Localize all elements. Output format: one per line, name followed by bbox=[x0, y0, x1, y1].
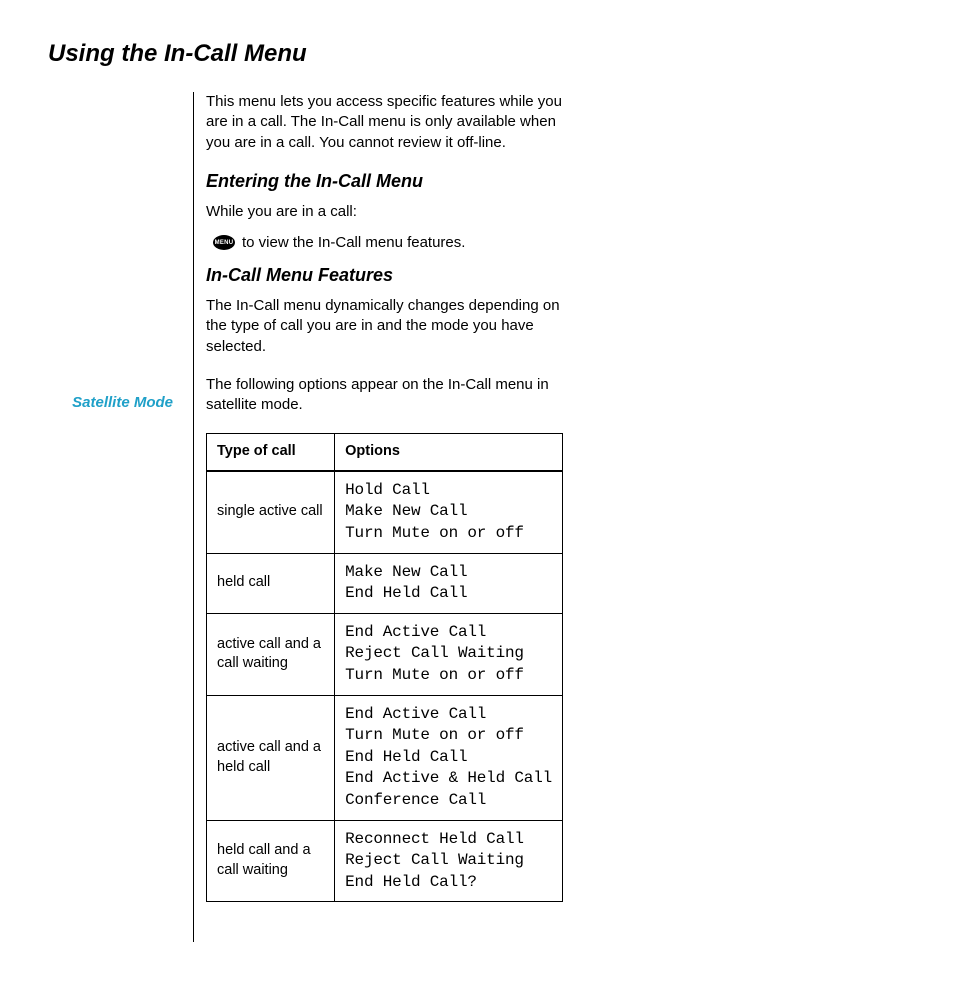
table-row: active call and a call waitingEnd Active… bbox=[207, 613, 563, 695]
menu-button-row: MENU to view the In-Call menu features. bbox=[206, 234, 563, 251]
margin-column: Satellite Mode bbox=[48, 92, 193, 942]
option-line: End Held Call bbox=[345, 747, 552, 769]
option-line: Make New Call bbox=[345, 501, 552, 523]
option-line: End Held Call? bbox=[345, 872, 552, 894]
cell-options: End Active CallTurn Mute on or offEnd He… bbox=[335, 695, 563, 820]
cell-call-type: held call and a call waiting bbox=[207, 820, 335, 902]
option-line: Reconnect Held Call bbox=[345, 829, 552, 851]
cell-call-type: held call bbox=[207, 553, 335, 613]
entering-lead: While you are in a call: bbox=[206, 202, 563, 222]
cell-options: End Active CallReject Call WaitingTurn M… bbox=[335, 613, 563, 695]
option-line: Make New Call bbox=[345, 562, 552, 584]
margin-label-satellite-mode: Satellite Mode bbox=[48, 394, 183, 411]
satellite-mode-intro: The following options appear on the In-C… bbox=[206, 375, 563, 416]
cell-call-type: active call and a call waiting bbox=[207, 613, 335, 695]
body-column: This menu lets you access specific featu… bbox=[193, 92, 563, 942]
option-line: End Active Call bbox=[345, 704, 552, 726]
menu-icon: MENU bbox=[213, 235, 235, 250]
cell-options: Reconnect Held CallReject Call WaitingEn… bbox=[335, 820, 563, 902]
option-line: End Held Call bbox=[345, 583, 552, 605]
option-line: End Active & Held Call bbox=[345, 768, 552, 790]
table-row: held callMake New CallEnd Held Call bbox=[207, 553, 563, 613]
menu-icon-text: to view the In-Call menu features. bbox=[242, 234, 563, 251]
cell-call-type: active call and a held call bbox=[207, 695, 335, 820]
option-line: Turn Mute on or off bbox=[345, 665, 552, 687]
subheading-features: In-Call Menu Features bbox=[206, 265, 563, 286]
option-line: Turn Mute on or off bbox=[345, 523, 552, 545]
table-row: active call and a held callEnd Active Ca… bbox=[207, 695, 563, 820]
option-line: Reject Call Waiting bbox=[345, 850, 552, 872]
table-row: single active callHold CallMake New Call… bbox=[207, 471, 563, 553]
intro-paragraph: This menu lets you access specific featu… bbox=[206, 92, 563, 153]
option-line: Reject Call Waiting bbox=[345, 643, 552, 665]
option-line: Turn Mute on or off bbox=[345, 725, 552, 747]
in-call-options-table: Type of call Options single active callH… bbox=[206, 433, 563, 902]
option-line: Conference Call bbox=[345, 790, 552, 812]
table-header-type: Type of call bbox=[207, 434, 335, 471]
cell-options: Hold CallMake New CallTurn Mute on or of… bbox=[335, 471, 563, 553]
subheading-entering: Entering the In-Call Menu bbox=[206, 171, 563, 192]
option-line: Hold Call bbox=[345, 480, 552, 502]
option-line: End Active Call bbox=[345, 622, 552, 644]
page-title: Using the In-Call Menu bbox=[48, 40, 906, 68]
cell-call-type: single active call bbox=[207, 471, 335, 553]
features-paragraph: The In-Call menu dynamically changes dep… bbox=[206, 296, 563, 357]
cell-options: Make New CallEnd Held Call bbox=[335, 553, 563, 613]
table-row: held call and a call waitingReconnect He… bbox=[207, 820, 563, 902]
table-header-options: Options bbox=[335, 434, 563, 471]
